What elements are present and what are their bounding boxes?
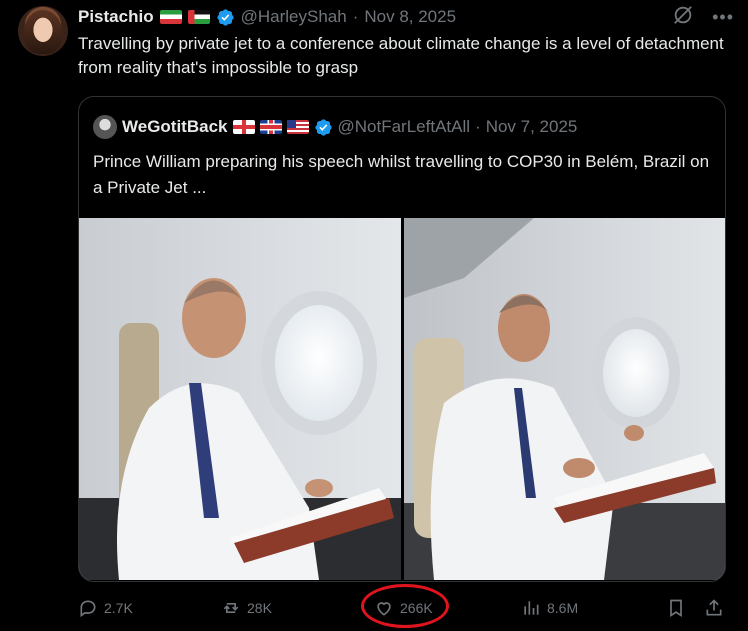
like-icon <box>377 602 391 616</box>
author-handle[interactable]: @HarleyShah <box>241 7 347 27</box>
views-button[interactable]: 8.6M <box>521 594 578 622</box>
bookmark-button[interactable] <box>666 594 686 622</box>
reply-count: 2.7K <box>104 600 133 616</box>
tweet-text: Travelling by private jet to a conferenc… <box>78 34 724 77</box>
uk-flag-icon <box>259 120 282 134</box>
us-flag-icon <box>286 120 309 134</box>
bookmark-icon <box>670 599 682 618</box>
action-bar: 2.7K 28K 266K 8.6M <box>78 584 728 628</box>
share-icon <box>706 599 722 616</box>
author-name[interactable]: Pistachio <box>78 7 154 27</box>
repost-icon <box>223 603 239 613</box>
author-avatar[interactable] <box>18 6 68 56</box>
verified-badge-icon <box>216 8 235 27</box>
repost-count: 28K <box>247 600 272 616</box>
tweet-date[interactable]: Nov 8, 2025 <box>364 7 456 27</box>
like-count: 266K <box>400 600 433 616</box>
more-icon[interactable]: ••• <box>712 7 734 28</box>
palestine-flag-icon <box>187 10 210 24</box>
repost-button[interactable]: 28K <box>221 594 272 622</box>
views-icon <box>524 601 539 615</box>
quoted-tweet-card[interactable]: WeGotitBack @NotFarLeftAtAll · Nov 7, 20… <box>78 96 726 582</box>
iran-flag-icon <box>159 10 182 24</box>
quoted-header-separator: · <box>475 117 481 136</box>
england-flag-icon <box>232 120 255 134</box>
reply-button[interactable]: 2.7K <box>78 594 133 622</box>
quoted-tweet-text: Prince William preparing his speech whil… <box>93 152 710 197</box>
tweet-header: Pistachio @HarleyShah · Nov 8, 2025 ••• <box>78 4 734 31</box>
grok-icon[interactable] <box>672 4 694 31</box>
verified-badge-icon <box>314 118 333 137</box>
header-separator: · <box>352 7 359 26</box>
quoted-author-avatar[interactable] <box>93 115 117 139</box>
share-button[interactable] <box>704 594 724 622</box>
quoted-author-handle[interactable]: @NotFarLeftAtAll <box>338 117 471 137</box>
quoted-tweet-header: WeGotitBack @NotFarLeftAtAll · Nov 7, 20… <box>93 115 577 139</box>
reply-icon <box>80 600 96 618</box>
quoted-photo-left[interactable] <box>79 218 401 580</box>
like-button[interactable]: 266K <box>374 594 433 622</box>
quoted-photo-right[interactable] <box>404 218 725 580</box>
views-count: 8.6M <box>547 600 579 616</box>
quoted-author-name[interactable]: WeGotitBack <box>122 117 228 137</box>
quoted-tweet-date[interactable]: Nov 7, 2025 <box>486 117 578 137</box>
